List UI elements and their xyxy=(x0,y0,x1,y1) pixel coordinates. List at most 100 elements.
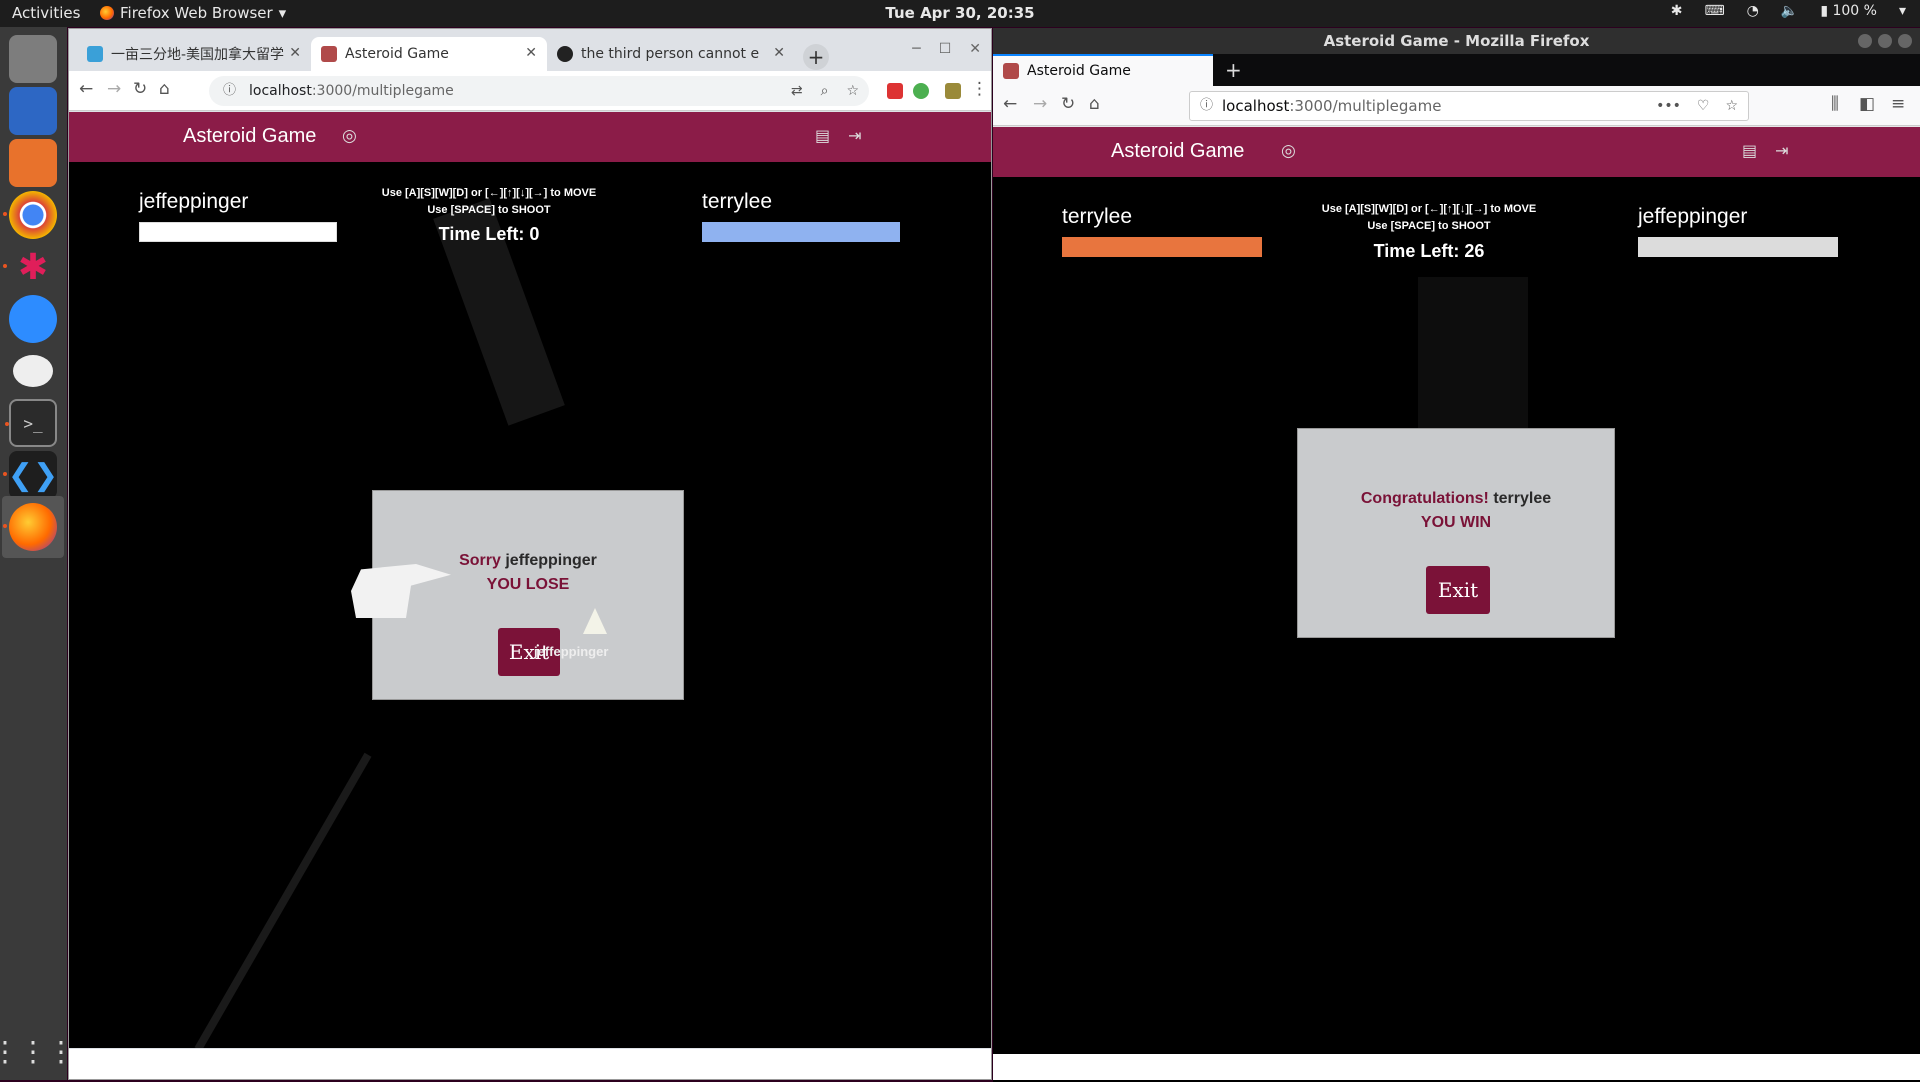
forward-icon[interactable]: → xyxy=(1033,94,1047,114)
profile-card-icon[interactable]: ▤ xyxy=(1742,141,1757,160)
player-ship xyxy=(583,608,607,634)
window-controls: ─ ☐ ✕ xyxy=(912,41,981,57)
library-icon[interactable]: ⫼ xyxy=(1831,94,1839,114)
hamburger-menu-icon[interactable]: ≡ xyxy=(1891,94,1905,114)
reload-icon[interactable]: ↻ xyxy=(133,79,147,99)
controls-hint: Use [A][S][W][D] or [←][↑][↓][→] to MOVE… xyxy=(369,185,609,219)
bookmark-star-icon[interactable]: ☆ xyxy=(846,76,859,106)
wifi-icon[interactable]: ◔ xyxy=(1747,3,1759,19)
tab-label: the third person cannot e xyxy=(581,46,760,62)
wechat-icon[interactable] xyxy=(9,347,57,395)
url-bar[interactable]: ⓘ localhost:3000/multiplegame ••• ♡ ☆ xyxy=(1189,91,1749,121)
address-bar[interactable]: ⓘ localhost:3000/multiplegame ⇄ ⌕ ☆ xyxy=(209,76,869,106)
forward-icon[interactable]: → xyxy=(107,79,121,99)
time-left: Time Left: 26 xyxy=(1373,241,1485,261)
chrome-tab-1[interactable]: 一亩三分地-美国加拿大留学 ✕ xyxy=(77,37,311,71)
back-icon[interactable]: ← xyxy=(79,79,93,99)
new-tab-button[interactable]: + xyxy=(1225,58,1242,82)
close-window-icon[interactable]: ✕ xyxy=(969,41,981,57)
chrome-tab-2[interactable]: Asteroid Game ✕ xyxy=(311,37,547,71)
terminal-icon[interactable]: >_ xyxy=(5,399,57,447)
extension-icon[interactable] xyxy=(913,83,929,99)
minimize-icon[interactable]: ─ xyxy=(912,41,920,57)
player2-name: jeffeppinger xyxy=(1638,205,1748,228)
page-actions-icon[interactable]: ••• xyxy=(1656,92,1681,120)
background-shape xyxy=(194,752,372,1048)
volume-icon[interactable]: 🔈 xyxy=(1781,3,1798,19)
app-navbar: Asteroid Game ◎ ▤ ⇥ xyxy=(993,127,1920,177)
game-favicon-icon xyxy=(1003,63,1019,79)
close-tab-icon[interactable]: ✕ xyxy=(289,45,301,61)
vscode-icon[interactable]: ❮❯ xyxy=(3,451,58,499)
player1-health-bar xyxy=(139,222,337,242)
chrome-toolbar: ← → ↻ ⌂ ⓘ localhost:3000/multiplegame ⇄ … xyxy=(69,71,991,111)
dock: ✱ >_ ❮❯ ⋮⋮⋮ xyxy=(0,27,75,1080)
pocket-icon[interactable]: ♡ xyxy=(1697,92,1710,120)
brand-title[interactable]: Asteroid Game xyxy=(1111,140,1244,163)
tab-label: Asteroid Game xyxy=(345,46,449,62)
player1-name: jeffeppinger xyxy=(139,190,249,213)
result-player-name: jeffeppinger xyxy=(505,552,597,569)
reload-icon[interactable]: ↻ xyxy=(1061,94,1075,114)
chrome-status-bar xyxy=(69,1049,991,1079)
minimize-icon[interactable] xyxy=(1858,34,1872,48)
close-window-icon[interactable] xyxy=(1898,34,1912,48)
firefox-nav-bar: ← → ↻ ⌂ ⓘ localhost:3000/multiplegame ••… xyxy=(993,86,1920,126)
controls-hint: Use [A][S][W][D] or [←][↑][↓][→] to MOVE… xyxy=(1299,201,1559,235)
clock[interactable]: Tue Apr 30, 20:35 xyxy=(0,4,1920,22)
keyboard-icon[interactable]: ⌨ xyxy=(1704,3,1724,19)
home-icon[interactable]: ⌂ xyxy=(1089,94,1100,114)
zoom-icon[interactable]: ⌕ xyxy=(821,76,829,106)
info-icon[interactable]: ⓘ xyxy=(223,76,236,106)
logout-icon[interactable]: ⇥ xyxy=(1775,141,1788,160)
url-path: :3000/multiplegame xyxy=(1289,97,1442,115)
chrome-icon[interactable] xyxy=(3,191,57,239)
firefox-tab-asteroid[interactable]: Asteroid Game xyxy=(993,54,1213,86)
writer-icon[interactable] xyxy=(9,87,57,135)
shoot-hint: Use [SPACE] to SHOOT xyxy=(1367,220,1491,232)
bookmark-star-icon[interactable]: ☆ xyxy=(1725,92,1738,120)
exit-button[interactable]: Exit xyxy=(1426,566,1490,614)
home-icon[interactable]: ⌂ xyxy=(159,79,170,99)
globe-icon[interactable]: ◎ xyxy=(342,126,357,146)
firefox-icon[interactable] xyxy=(3,503,57,551)
brand-title[interactable]: Asteroid Game xyxy=(183,125,316,148)
tab-label: 一亩三分地-美国加拿大留学 xyxy=(111,47,285,63)
battery-level: 100 % xyxy=(1832,3,1877,19)
menu-kebab-icon[interactable]: ⋮ xyxy=(971,79,988,99)
extension-icon[interactable] xyxy=(945,83,961,99)
profile-card-icon[interactable]: ▤ xyxy=(815,126,830,145)
player1-name: terrylee xyxy=(1062,205,1133,228)
info-icon[interactable]: ⓘ xyxy=(1200,92,1213,120)
chrome-tab-strip: 一亩三分地-美国加拿大留学 ✕ Asteroid Game ✕ the thir… xyxy=(69,29,991,71)
slack-tray-icon[interactable]: ✱ xyxy=(1671,3,1683,19)
software-center-icon[interactable] xyxy=(9,139,57,187)
close-tab-icon[interactable]: ✕ xyxy=(525,45,537,61)
back-icon[interactable]: ← xyxy=(1003,94,1017,114)
slack-icon[interactable]: ✱ xyxy=(3,243,57,291)
url-host: localhost xyxy=(249,83,312,99)
result-status: YOU LOSE xyxy=(486,576,570,593)
maximize-icon[interactable]: ☐ xyxy=(939,41,952,57)
translate-icon[interactable]: ⇄ xyxy=(791,76,803,106)
sidebar-icon[interactable]: ◧ xyxy=(1859,94,1875,114)
chrome-tab-3[interactable]: the third person cannot e ✕ xyxy=(547,37,795,71)
game-page: Asteroid Game ◎ ▤ ⇥ jeffeppinger Use [A]… xyxy=(69,112,991,1048)
time-left: Time Left: 0 xyxy=(438,224,540,244)
system-tray[interactable]: ✱ ⌨ ◔ 🔈 ▮ 100 % ▾ xyxy=(1671,3,1906,19)
window-title: Asteroid Game - Mozilla Firefox xyxy=(1323,32,1590,50)
battery-icon[interactable]: ▮ 100 % xyxy=(1820,3,1877,19)
extension-icon[interactable] xyxy=(887,83,903,99)
player2-name: terrylee xyxy=(702,190,773,213)
new-tab-button[interactable]: + xyxy=(803,44,829,70)
show-applications-icon[interactable]: ⋮⋮⋮ xyxy=(0,1027,75,1075)
maximize-icon[interactable] xyxy=(1878,34,1892,48)
system-top-bar: Activities Firefox Web Browser ▾ Tue Apr… xyxy=(0,0,1920,27)
power-menu-icon[interactable]: ▾ xyxy=(1899,3,1906,19)
close-tab-icon[interactable]: ✕ xyxy=(773,45,785,61)
logout-icon[interactable]: ⇥ xyxy=(848,126,861,145)
files-icon[interactable] xyxy=(9,35,57,83)
globe-icon[interactable]: ◎ xyxy=(1281,141,1296,161)
zoom-icon[interactable] xyxy=(9,295,57,343)
firefox-window: Asteroid Game - Mozilla Firefox Asteroid… xyxy=(993,28,1920,1082)
